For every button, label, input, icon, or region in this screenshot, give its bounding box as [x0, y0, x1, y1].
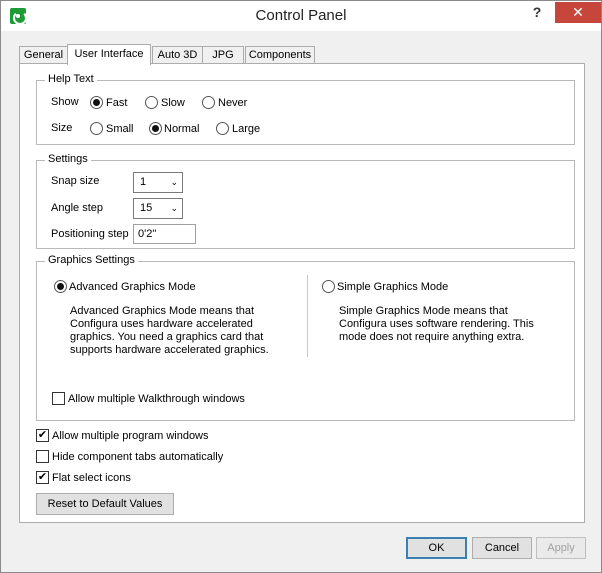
snap-size-select[interactable]: 1 ⌄: [133, 172, 183, 193]
size-small-radio[interactable]: [90, 122, 103, 135]
positioning-step-label: Positioning step: [51, 228, 129, 240]
angle-step-select[interactable]: 15 ⌄: [133, 198, 183, 219]
size-normal-radio[interactable]: [149, 122, 162, 135]
help-text-group: Help Text Show Fast Slow Never Size Smal…: [36, 73, 575, 145]
show-slow-label[interactable]: Slow: [161, 97, 185, 109]
window-title: Control Panel: [255, 7, 347, 24]
tab-general[interactable]: General: [19, 46, 68, 64]
advanced-graphics-label[interactable]: Advanced Graphics Mode: [69, 281, 196, 293]
angle-step-value: 15: [140, 202, 153, 214]
hide-component-tabs-label[interactable]: Hide component tabs automatically: [52, 451, 223, 463]
size-normal-label[interactable]: Normal: [164, 123, 199, 135]
chevron-down-icon: ⌄: [170, 203, 178, 213]
ok-button[interactable]: OK: [406, 537, 467, 559]
help-text-legend: Help Text: [45, 73, 97, 85]
flat-select-icons-label[interactable]: Flat select icons: [52, 472, 131, 484]
size-small-label[interactable]: Small: [106, 123, 134, 135]
settings-legend: Settings: [45, 153, 91, 165]
allow-multiple-program-label[interactable]: Allow multiple program windows: [52, 430, 209, 442]
snap-size-value: 1: [140, 176, 147, 188]
cancel-button[interactable]: Cancel: [472, 537, 532, 559]
show-label: Show: [51, 96, 79, 108]
allow-walkthrough-label[interactable]: Allow multiple Walkthrough windows: [68, 393, 245, 405]
tab-components[interactable]: Components: [245, 46, 315, 64]
show-fast-label[interactable]: Fast: [106, 97, 127, 109]
tab-user-interface[interactable]: User Interface: [67, 44, 151, 65]
settings-group: Settings Snap size 1 ⌄ Angle step 15 ⌄ P…: [36, 153, 575, 249]
show-never-radio[interactable]: [202, 96, 215, 109]
help-icon[interactable]: ?: [529, 4, 545, 24]
title-bar: Control Panel ? ✕: [1, 1, 601, 31]
tab-jpg[interactable]: JPG: [202, 46, 244, 64]
angle-step-label: Angle step: [51, 202, 103, 214]
graphics-settings-group: Graphics Settings Advanced Graphics Mode…: [36, 254, 575, 421]
reset-defaults-button[interactable]: Reset to Default Values: [36, 493, 174, 515]
graphics-settings-legend: Graphics Settings: [45, 254, 138, 266]
allow-walkthrough-checkbox[interactable]: [52, 392, 65, 405]
show-never-label[interactable]: Never: [218, 97, 247, 109]
simple-graphics-description: Simple Graphics Mode means that Configur…: [339, 305, 534, 343]
snap-size-label: Snap size: [51, 175, 100, 187]
simple-graphics-label[interactable]: Simple Graphics Mode: [337, 281, 448, 293]
graphics-divider: [307, 275, 308, 357]
allow-multiple-program-checkbox[interactable]: ✔: [36, 429, 49, 442]
close-icon[interactable]: ✕: [555, 2, 601, 23]
chevron-down-icon: ⌄: [170, 177, 178, 187]
user-interface-panel: Help Text Show Fast Slow Never Size Smal…: [19, 63, 585, 523]
apply-button[interactable]: Apply: [536, 537, 586, 559]
size-large-radio[interactable]: [216, 122, 229, 135]
simple-graphics-radio[interactable]: [322, 280, 335, 293]
hide-component-tabs-checkbox[interactable]: [36, 450, 49, 463]
size-large-label[interactable]: Large: [232, 123, 260, 135]
positioning-step-input[interactable]: 0'2": [133, 224, 196, 244]
flat-select-icons-checkbox[interactable]: ✔: [36, 471, 49, 484]
advanced-graphics-description: Advanced Graphics Mode means that Config…: [70, 305, 269, 356]
size-label: Size: [51, 122, 73, 134]
tab-auto-3d[interactable]: Auto 3D: [152, 46, 203, 64]
show-fast-radio[interactable]: [90, 96, 103, 109]
show-slow-radio[interactable]: [145, 96, 158, 109]
control-panel-window: Control Panel ? ✕ General User Interface…: [0, 0, 602, 573]
advanced-graphics-radio[interactable]: [54, 280, 67, 293]
